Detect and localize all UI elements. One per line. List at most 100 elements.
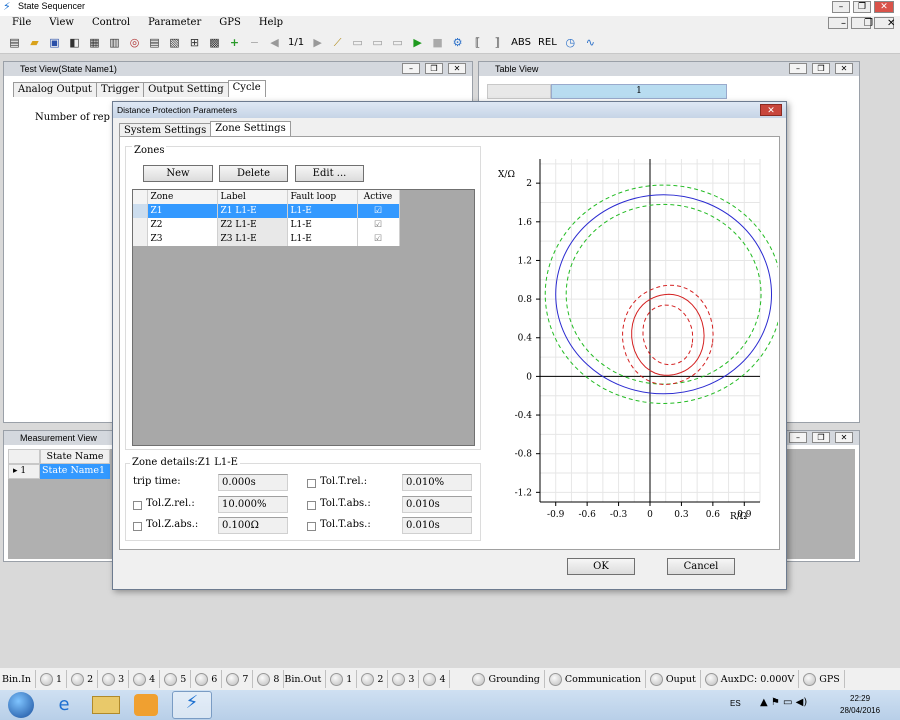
- menu-parameter[interactable]: Parameter: [136, 16, 207, 32]
- menu-control[interactable]: Control: [80, 16, 136, 32]
- window-split-icon[interactable]: ▧: [166, 34, 183, 51]
- back-icon[interactable]: ◧: [66, 34, 83, 51]
- bracket-icon[interactable]: ⟦: [469, 34, 486, 51]
- test-view-title: Test View(State Name1) – ❐ ✕: [4, 62, 472, 76]
- close-icon[interactable]: ✕: [835, 63, 853, 74]
- auxdc-led: [704, 672, 718, 686]
- window-icon[interactable]: ▤: [146, 34, 163, 51]
- tab-output-setting[interactable]: Output Setting: [143, 82, 229, 97]
- config-icon[interactable]: ⚙: [449, 34, 466, 51]
- save-icon[interactable]: ▣: [46, 34, 63, 51]
- export-icon[interactable]: ▩: [206, 34, 223, 51]
- delete-zone-button[interactable]: Delete: [219, 165, 288, 182]
- ok-button[interactable]: OK: [567, 558, 635, 575]
- output-label: Ouput: [665, 673, 696, 685]
- active-checkbox[interactable]: ☑: [357, 204, 400, 218]
- restore-icon[interactable]: ❐: [425, 63, 443, 74]
- link-icon[interactable]: ▭: [349, 34, 366, 51]
- state-name-cell[interactable]: State Name1: [40, 464, 110, 479]
- tab-cycle[interactable]: Cycle: [227, 80, 266, 97]
- minimize-icon[interactable]: –: [789, 432, 807, 443]
- tol-z-rel-checkbox[interactable]: [133, 501, 142, 510]
- active-checkbox[interactable]: ☑: [357, 218, 400, 232]
- grid-corner: [8, 449, 40, 464]
- open-folder-icon[interactable]: ▰: [26, 34, 43, 51]
- prev-icon[interactable]: ◀: [266, 34, 283, 51]
- dialog-close-button[interactable]: ✕: [760, 104, 782, 116]
- tol-t-abs-checkbox[interactable]: [307, 501, 316, 510]
- mdi-restore-button[interactable]: ❐: [851, 17, 873, 29]
- maximize-button[interactable]: ❐: [853, 1, 871, 13]
- impedance-chart[interactable]: -0.9 -0.6 -0.3 0 0.3 0.6 0.921.61.20.80.40-0.4…: [488, 147, 778, 537]
- next-icon[interactable]: ▶: [309, 34, 326, 51]
- table-row[interactable]: Z1 Z1 L1-E L1-E ☑: [133, 204, 400, 218]
- tol-z-rel-field[interactable]: 10.000%: [218, 496, 288, 513]
- start-button[interactable]: [8, 692, 34, 718]
- menu-gps[interactable]: GPS: [207, 16, 247, 32]
- zones-group-label: Zones: [132, 145, 167, 156]
- tol-z-abs-field[interactable]: 0.100Ω: [218, 517, 288, 534]
- cancel-button[interactable]: Cancel: [667, 558, 735, 575]
- stop-icon[interactable]: ■: [429, 34, 446, 51]
- trip-time-field[interactable]: 0.000s: [218, 474, 288, 491]
- tol-t-rel-field[interactable]: 0.010%: [402, 474, 472, 491]
- new-file-icon[interactable]: ▤: [6, 34, 23, 51]
- minimize-icon[interactable]: –: [789, 63, 807, 74]
- grid-icon[interactable]: ▦: [86, 34, 103, 51]
- sequence-icon[interactable]: ⊞: [186, 34, 203, 51]
- tol-z-abs-checkbox[interactable]: [133, 522, 142, 531]
- minimize-button[interactable]: –: [832, 1, 850, 13]
- menu-file[interactable]: File: [0, 16, 37, 32]
- active-checkbox[interactable]: ☑: [357, 232, 400, 246]
- print2-icon[interactable]: ▭: [389, 34, 406, 51]
- remove-icon[interactable]: −: [246, 34, 263, 51]
- tab-trigger[interactable]: Trigger: [95, 82, 145, 97]
- close-icon[interactable]: ✕: [448, 63, 466, 74]
- x-tick-label: 0.3: [674, 510, 689, 520]
- close-button[interactable]: ✕: [874, 1, 894, 13]
- state-sequencer-task-icon[interactable]: ⚡: [172, 691, 212, 719]
- table-icon[interactable]: ▥: [106, 34, 123, 51]
- clock-icon[interactable]: ◷: [562, 34, 579, 51]
- bin-in-4: 4: [129, 670, 161, 688]
- table-row[interactable]: Z3 Z3 L1-E L1-E ☑: [133, 232, 400, 246]
- media-player-icon[interactable]: [134, 694, 158, 716]
- table-row[interactable]: Z2 Z2 L1-E L1-E ☑: [133, 218, 400, 232]
- wave-icon[interactable]: ∿: [582, 34, 599, 51]
- edit-zone-button[interactable]: Edit ...: [295, 165, 364, 182]
- play-icon[interactable]: ▶: [409, 34, 426, 51]
- menu-help[interactable]: Help: [247, 16, 289, 32]
- window-controls: – ❐ ✕: [832, 1, 894, 14]
- browser-icon[interactable]: e: [50, 694, 78, 716]
- zones-table-header: Zone Label Fault loop Active: [133, 190, 400, 204]
- close-icon[interactable]: ✕: [835, 432, 853, 443]
- zone-settings-pane: Zones New Delete Edit ... Zone Label Fau…: [119, 136, 780, 550]
- table-column-header[interactable]: 1: [551, 84, 727, 99]
- minimize-icon[interactable]: –: [402, 63, 420, 74]
- bracket2-icon[interactable]: ⟧: [489, 34, 506, 51]
- print-icon[interactable]: ▭: [369, 34, 386, 51]
- table-corner: [487, 84, 551, 99]
- restore-icon[interactable]: ❐: [812, 432, 830, 443]
- menu-view[interactable]: View: [37, 16, 80, 32]
- ramp-icon[interactable]: ⟋: [329, 34, 346, 51]
- folder-icon[interactable]: [92, 696, 120, 714]
- page-indicator: 1/1: [288, 37, 305, 48]
- restore-icon[interactable]: ❐: [812, 63, 830, 74]
- circle-chart-icon[interactable]: ◎: [126, 34, 143, 51]
- bin-out-number: 1: [346, 673, 353, 685]
- mdi-minimize-button[interactable]: –: [828, 17, 848, 29]
- new-zone-button[interactable]: New: [143, 165, 213, 182]
- language-indicator[interactable]: ES: [730, 699, 741, 708]
- abs-toggle[interactable]: ABS: [509, 37, 533, 48]
- tray-icons[interactable]: ▲ ⚑ ▭ ◀): [760, 697, 807, 708]
- tol-t-abs-2-field[interactable]: 0.010s: [402, 517, 472, 534]
- tol-t-abs-2-checkbox[interactable]: [307, 522, 316, 531]
- mdi-close-button[interactable]: ✕: [874, 17, 895, 29]
- tab-analog-output[interactable]: Analog Output: [13, 82, 97, 97]
- tol-t-rel-checkbox[interactable]: [307, 479, 316, 488]
- rel-toggle[interactable]: REL: [536, 37, 559, 48]
- add-icon[interactable]: +: [226, 34, 243, 51]
- y-tick-label: 0.4: [518, 334, 533, 344]
- tol-t-abs-field[interactable]: 0.010s: [402, 496, 472, 513]
